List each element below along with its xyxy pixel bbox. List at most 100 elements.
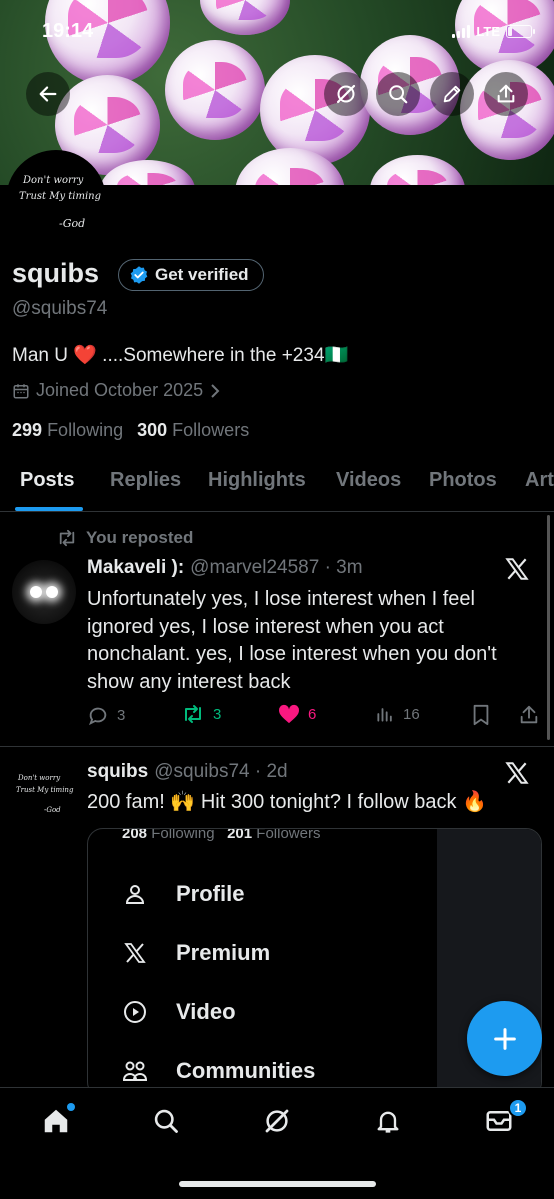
avatar-text-line: -God [44, 806, 61, 814]
arrow-left-icon [39, 86, 57, 102]
network-label: LTE [476, 24, 500, 39]
tab-highlights[interactable]: Highlights [208, 469, 306, 492]
compose-button[interactable] [467, 1001, 542, 1076]
media-menu-profile: Profile [122, 881, 244, 907]
post-header: squibs @squibs74 · 2d [87, 761, 288, 783]
reply-count: 3 [117, 706, 126, 724]
view-count: 16 [403, 705, 420, 723]
home-notification-dot [67, 1103, 75, 1111]
banner-ball [165, 40, 265, 140]
edit-button[interactable] [430, 72, 474, 116]
post-author-avatar[interactable]: Don't worry Trust My timing -God [12, 760, 76, 824]
active-tab-indicator [15, 507, 83, 511]
profile-handle: @squibs74 [12, 298, 108, 319]
x-logo-icon [124, 943, 146, 963]
messages-badge: 1 [508, 1098, 528, 1118]
repost-icon [59, 529, 75, 547]
grok-icon [336, 84, 356, 104]
post-meta: @marvel24587 · 3m [190, 557, 363, 578]
avatar-text-line: Trust My timing [19, 191, 102, 202]
followers-link[interactable]: 300 Followers [137, 420, 249, 441]
tab-articles[interactable]: Art [525, 469, 554, 492]
status-bar: 19:14 LTE [0, 18, 554, 48]
home-icon [44, 1109, 68, 1133]
share-post-button[interactable] [518, 704, 540, 726]
media-followers-label: Followers [256, 828, 321, 842]
post-text: Unfortunately yes, I lose interest when … [87, 588, 497, 693]
profile-tabs: Posts Replies Highlights Videos Photos A… [0, 462, 554, 512]
share-icon [520, 705, 538, 724]
post-author-name[interactable]: squibs [87, 761, 148, 783]
chevron-right-icon [211, 383, 220, 398]
media-menu-premium: Premium [122, 940, 270, 966]
search-icon [389, 85, 408, 104]
avatar-text-line: Don't worry [18, 774, 61, 782]
get-verified-label: Get verified [155, 265, 249, 284]
scrollbar[interactable] [547, 515, 550, 740]
bell-icon [377, 1111, 399, 1133]
post-header: Makaveli ): @marvel24587 · 3m [87, 557, 363, 579]
like-count: 6 [308, 705, 317, 723]
nav-search[interactable] [149, 1104, 183, 1138]
signal-icon [452, 25, 471, 38]
joined-date[interactable]: Joined October 2025 [12, 380, 221, 401]
play-circle-icon [124, 1001, 146, 1023]
verified-badge-icon [130, 266, 148, 284]
tab-replies[interactable]: Replies [110, 469, 181, 492]
person-icon [125, 885, 145, 904]
back-button[interactable] [26, 72, 70, 116]
media-following-label: Following [151, 828, 215, 842]
profile-bio: Man U ❤️ ....Somewhere in the +234🇳🇬 [12, 345, 349, 366]
search-button[interactable] [376, 72, 420, 116]
repost-button[interactable]: 3 [181, 704, 221, 724]
post-text: 200 fam! 🙌 Hit 300 tonight? I follow bac… [87, 791, 487, 813]
bookmark-button[interactable] [471, 704, 491, 726]
avatar-eye [30, 586, 42, 598]
following-link[interactable]: 299 Following [12, 420, 123, 441]
calendar-icon [13, 383, 29, 398]
media-menu-label: Premium [176, 940, 271, 965]
tab-videos[interactable]: Videos [336, 469, 401, 492]
reply-icon [88, 707, 107, 726]
media-followers-count: 201 [227, 828, 253, 842]
home-indicator[interactable] [179, 1181, 376, 1187]
heart-filled-icon [278, 704, 300, 724]
grok-icon [265, 1109, 289, 1133]
followers-count: 300 [137, 420, 168, 440]
bookmark-icon [473, 704, 489, 726]
following-label: Following [47, 420, 124, 440]
profile-avatar[interactable]: Don't worry Trust My timing -God [6, 150, 106, 250]
media-menu-label: Profile [176, 881, 245, 906]
profile-name: squibs [12, 258, 100, 288]
views-button[interactable]: 16 [375, 704, 420, 724]
search-icon [154, 1109, 178, 1133]
like-button[interactable]: 6 [278, 704, 316, 724]
avatar-text-line: Trust My timing [16, 786, 74, 794]
repost-count: 3 [213, 705, 222, 723]
banner-ball [370, 155, 465, 185]
avatar-text-line: Don't worry [23, 175, 84, 186]
nav-home[interactable] [39, 1103, 75, 1138]
post-actions: 3 3 6 16 [87, 704, 542, 732]
tab-posts[interactable]: Posts [20, 469, 74, 492]
post-divider [0, 746, 554, 747]
nav-grok[interactable] [260, 1104, 294, 1138]
plus-icon [493, 1027, 516, 1050]
x-logo-icon [505, 762, 529, 784]
get-verified-button[interactable]: Get verified [118, 259, 264, 291]
pencil-icon [443, 85, 461, 103]
post-author-avatar[interactable] [12, 560, 76, 624]
media-menu-communities: Communities [122, 1058, 315, 1084]
nav-notifications[interactable] [371, 1104, 405, 1138]
followers-label: Followers [172, 420, 250, 440]
repost-icon [185, 705, 201, 723]
communities-icon [122, 1061, 148, 1081]
nav-messages[interactable]: 1 [482, 1098, 528, 1138]
reply-button[interactable]: 3 [87, 704, 125, 726]
grok-button[interactable] [324, 72, 368, 116]
post-author-name[interactable]: Makaveli ): [87, 557, 184, 579]
tab-photos[interactable]: Photos [429, 469, 497, 492]
share-button[interactable] [484, 72, 528, 116]
media-following-count: 208 [122, 828, 148, 842]
status-time: 19:14 [42, 20, 94, 42]
